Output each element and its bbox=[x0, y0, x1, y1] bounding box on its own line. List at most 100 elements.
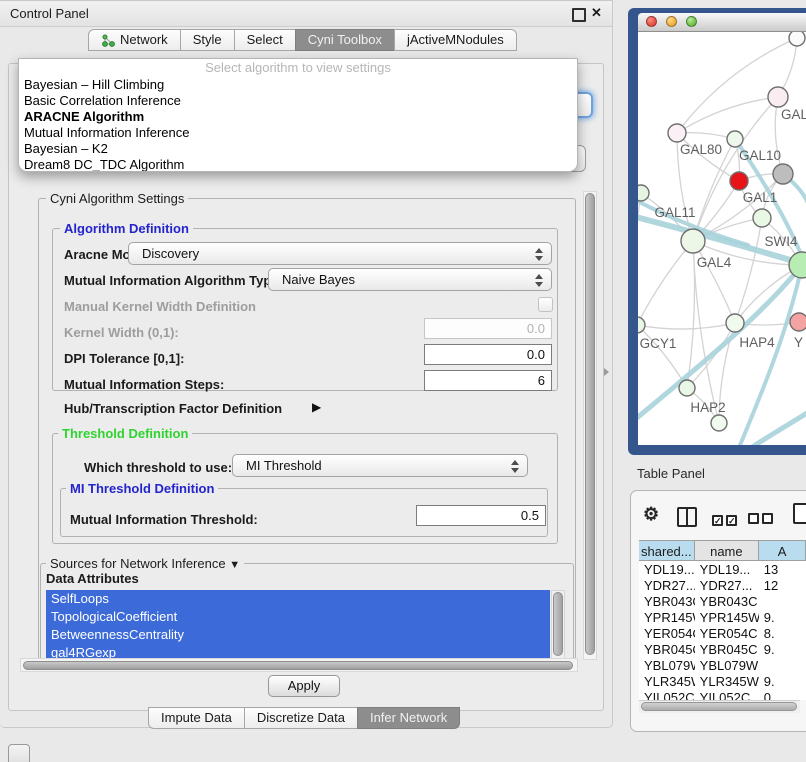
mi-threshold-group-title: MI Threshold Definition bbox=[66, 481, 218, 496]
node-gal10[interactable] bbox=[727, 131, 743, 147]
attribute-item-betweennesscentrality[interactable]: BetweennessCentrality bbox=[46, 626, 550, 644]
table-cell: YER054C bbox=[695, 626, 759, 642]
table-cell: YDL19... bbox=[695, 562, 759, 578]
aracne-mode-combobox[interactable]: Discovery bbox=[128, 242, 552, 265]
kernel-width-label: Kernel Width (0,1): bbox=[64, 325, 179, 340]
unchecked-box-icon bbox=[748, 513, 759, 524]
kernel-width-field[interactable]: 0.0 bbox=[424, 318, 552, 339]
table-row[interactable]: YIL052CYIL052C0 bbox=[639, 690, 806, 700]
node-gcy1[interactable] bbox=[638, 317, 645, 333]
table-row[interactable]: YBR045CYBR045C9. bbox=[639, 642, 806, 658]
which-threshold-combobox[interactable]: MI Threshold bbox=[232, 454, 528, 477]
gear-icon[interactable]: ⚙ bbox=[643, 504, 659, 525]
unselect-all-columns-icon[interactable] bbox=[748, 511, 776, 529]
settings-horizontal-scrollbar-thumb[interactable] bbox=[23, 661, 573, 670]
node-gal80[interactable] bbox=[668, 124, 686, 142]
tab-label: Select bbox=[247, 29, 283, 51]
table-row[interactable]: YER054CYER054C8. bbox=[639, 626, 806, 642]
zoom-window-icon[interactable] bbox=[686, 16, 697, 27]
algorithm-definition-title: Algorithm Definition bbox=[60, 221, 193, 236]
tab-jactivemnodules[interactable]: jActiveMNodules bbox=[394, 29, 517, 51]
network-edge[interactable] bbox=[638, 193, 641, 325]
node-swi4[interactable] bbox=[753, 209, 771, 227]
hub-definition-label[interactable]: Hub/Transcription Factor Definition bbox=[64, 401, 282, 416]
column-header-shared[interactable]: shared... bbox=[639, 540, 695, 561]
network-edge[interactable] bbox=[638, 323, 735, 329]
tab-style[interactable]: Style bbox=[180, 29, 235, 51]
expand-right-icon[interactable]: ▶ bbox=[312, 400, 321, 414]
table-row[interactable]: YBR043CYBR043C bbox=[639, 594, 806, 610]
tab-cyni-toolbox[interactable]: Cyni Toolbox bbox=[295, 29, 395, 51]
collapsed-tab-button[interactable] bbox=[8, 744, 30, 762]
sources-group-title[interactable]: Sources for Network Inference ▼ bbox=[46, 556, 244, 571]
network-canvas[interactable]: GALGAL80GAL10GAL1GAL11SWI4GAL4GCY1HAP4YH… bbox=[638, 32, 806, 445]
attribute-item-topologicalcoefficient[interactable]: TopologicalCoefficient bbox=[46, 608, 550, 626]
network-edge[interactable] bbox=[693, 241, 735, 323]
column-header-a[interactable]: A bbox=[758, 540, 806, 561]
data-attributes-list[interactable]: SelfLoopsTopologicalCoefficientBetweenne… bbox=[46, 590, 550, 660]
mi-steps-field[interactable]: 6 bbox=[424, 370, 552, 391]
new-column-icon[interactable] bbox=[793, 503, 806, 524]
mi-threshold-field[interactable]: 0.5 bbox=[416, 505, 546, 526]
data-attributes-label: Data Attributes bbox=[46, 571, 139, 586]
network-edge[interactable] bbox=[638, 241, 693, 325]
node-gal11[interactable] bbox=[638, 185, 649, 201]
node-top-partial[interactable] bbox=[789, 32, 805, 46]
node-red[interactable] bbox=[730, 172, 748, 190]
panel-title: Control Panel bbox=[10, 6, 89, 21]
manual-kernel-label: Manual Kernel Width Definition bbox=[64, 299, 256, 314]
table-row[interactable]: YPR145WYPR145W9. bbox=[639, 610, 806, 626]
network-edge-highlighted[interactable] bbox=[738, 265, 802, 445]
table-cell: YBR043C bbox=[639, 594, 695, 610]
tab-select[interactable]: Select bbox=[234, 29, 296, 51]
bottom-tabs: Impute DataDiscretize DataInfer Network bbox=[148, 707, 460, 729]
node-gray[interactable] bbox=[773, 164, 793, 184]
node-hap4[interactable] bbox=[726, 314, 744, 332]
dropdown-item-basic-correlation-inference[interactable]: Basic Correlation Inference bbox=[19, 93, 577, 109]
manual-kernel-checkbox[interactable] bbox=[538, 297, 553, 312]
which-threshold-label: Which threshold to use: bbox=[84, 460, 232, 475]
split-columns-icon[interactable] bbox=[677, 507, 697, 527]
dpi-tolerance-field[interactable]: 0.0 bbox=[424, 344, 552, 365]
dropdown-item-bayesian-k2[interactable]: Bayesian – K2 bbox=[19, 141, 577, 157]
settings-vertical-scrollbar-thumb[interactable] bbox=[585, 193, 595, 655]
tab-network[interactable]: Network bbox=[88, 29, 181, 51]
select-all-columns-icon[interactable]: ✓✓ bbox=[712, 511, 740, 529]
attributes-list-scrollbar-thumb[interactable] bbox=[553, 592, 563, 656]
close-window-icon[interactable] bbox=[646, 16, 657, 27]
dropdown-item-aracne-algorithm[interactable]: ARACNE Algorithm bbox=[19, 109, 577, 125]
column-header-name[interactable]: name bbox=[694, 540, 759, 561]
attribute-item-selfloops[interactable]: SelfLoops bbox=[46, 590, 550, 608]
table-row[interactable]: YBL079WYBL079W bbox=[639, 658, 806, 674]
minimize-window-icon[interactable] bbox=[666, 16, 677, 27]
close-icon[interactable]: ✕ bbox=[591, 5, 602, 21]
mi-type-combobox[interactable]: Naive Bayes bbox=[268, 268, 552, 291]
table-row[interactable]: YLR345WYLR345W9. bbox=[639, 674, 806, 690]
table-horizontal-scrollbar-thumb[interactable] bbox=[641, 702, 797, 711]
node-salmon[interactable] bbox=[790, 313, 806, 331]
tab-infer-network[interactable]: Infer Network bbox=[357, 707, 460, 729]
dropdown-item-mutual-information-inference[interactable]: Mutual Information Inference bbox=[19, 125, 577, 141]
node-pink-upper[interactable] bbox=[768, 87, 788, 107]
apply-button[interactable]: Apply bbox=[268, 675, 340, 697]
table-row[interactable]: YDL19...YDL19...13 bbox=[639, 562, 806, 578]
node-gal4[interactable] bbox=[681, 229, 705, 253]
splitter-arrow-icon[interactable] bbox=[604, 368, 609, 376]
stepper-arrows-icon bbox=[535, 247, 544, 262]
tab-impute-data[interactable]: Impute Data bbox=[148, 707, 245, 729]
dropdown-item-bayesian-hill-climbing[interactable]: Bayesian – Hill Climbing bbox=[19, 77, 577, 93]
tab-label: Cyni Toolbox bbox=[308, 29, 382, 51]
network-edge[interactable] bbox=[677, 38, 797, 133]
dropdown-placeholder: Select algorithm to view settings bbox=[19, 59, 577, 77]
table-row[interactable]: YDR27...YDR27...12 bbox=[639, 578, 806, 594]
tab-discretize-data[interactable]: Discretize Data bbox=[244, 707, 358, 729]
tab-label: Style bbox=[193, 29, 222, 51]
float-window-icon[interactable] bbox=[572, 8, 586, 22]
network-window-titlebar[interactable] bbox=[638, 13, 806, 32]
table-cell: YDR27... bbox=[639, 578, 695, 594]
dropdown-item-dream8-dc-tdc-algorithm[interactable]: Dream8 DC_TDC Algorithm bbox=[19, 157, 577, 172]
node-hap2[interactable] bbox=[679, 380, 695, 396]
node-bottom[interactable] bbox=[711, 415, 727, 431]
network-edge[interactable] bbox=[638, 325, 687, 388]
collapse-down-icon[interactable]: ▼ bbox=[229, 559, 240, 571]
